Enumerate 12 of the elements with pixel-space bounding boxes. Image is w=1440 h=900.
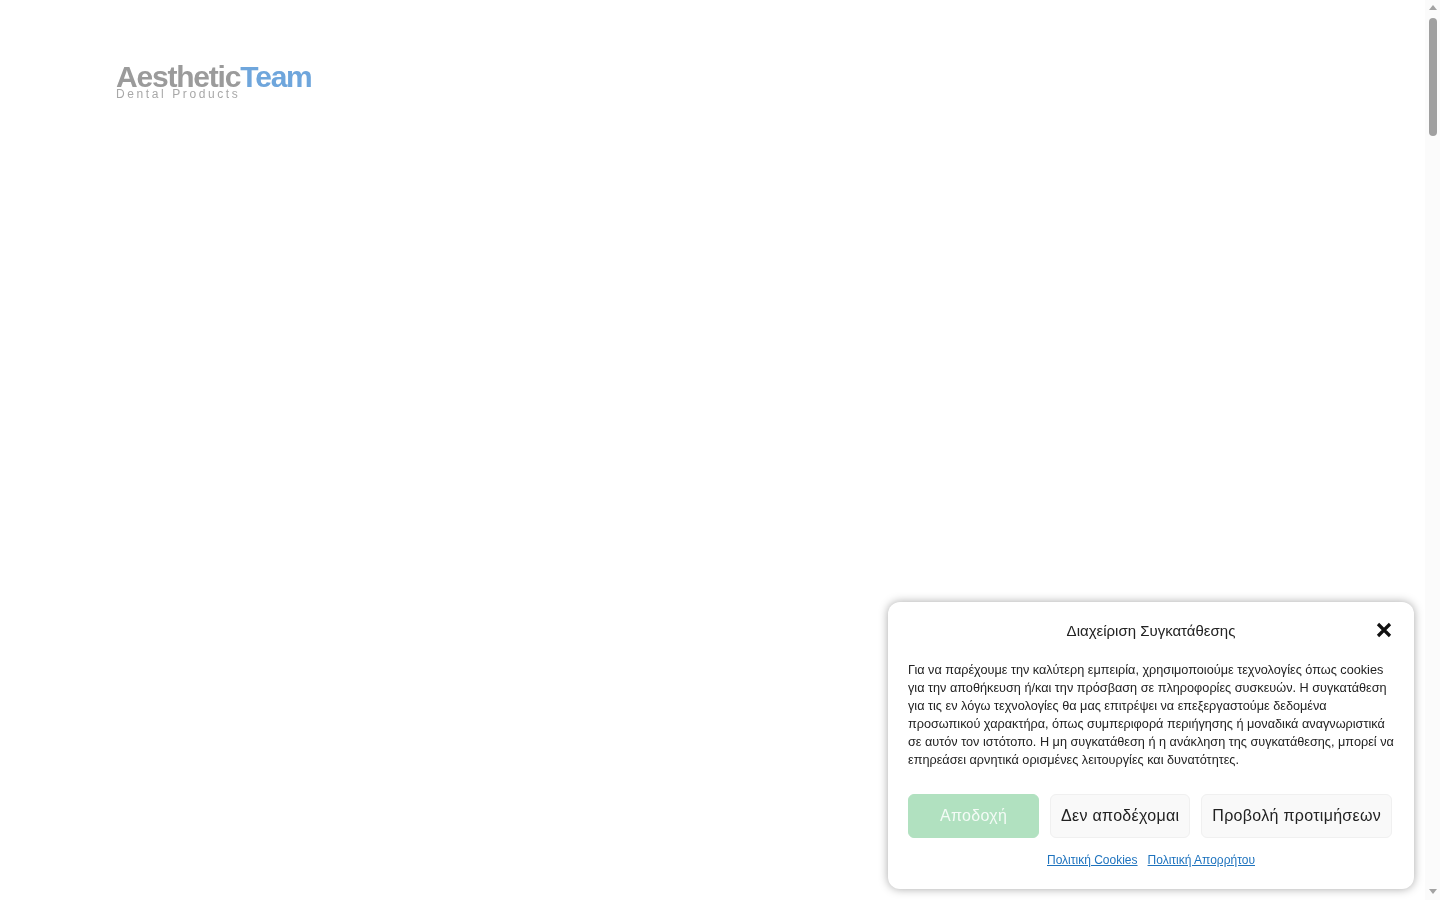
close-icon[interactable]	[1376, 622, 1392, 638]
policy-link[interactable]: Πολιτική Απορρήτου	[1147, 853, 1255, 867]
consent-button[interactable]: Δεν αποδέχομαι	[1050, 794, 1191, 838]
policy-link[interactable]: Πολιτική Cookies	[1047, 853, 1138, 867]
scrollbar[interactable]	[1425, 0, 1440, 900]
consent-button[interactable]: Προβολή προτιμήσεων	[1201, 794, 1393, 838]
scroll-down-arrow-icon[interactable]	[1428, 889, 1437, 894]
logo-tagline: Dental Products	[116, 88, 242, 100]
scroll-up-arrow-icon[interactable]	[1428, 5, 1437, 10]
consent-message: Για να παρέχουμε την καλύτερη εμπειρία, χρησιμοποιούμε τεχνολογίες όπως cookies για την αποθήκευση ή/και την πρόσβαση σε πληροφορίες συσκευών. Η συγκατάθεση για τις εν λόγω τεχνολογίες θα μας επιτρέψει να επεξεργαστούμε δεδομένα προσωπικού χαρακτήρα, όπως συμπεριφορά περιήγησης ή μοναδικά αναγνωριστικά σε αυτόν τον ιστότοπο. Η μη συγκατάθεση ή η ανάκληση της συγκατάθεσης, μπορεί να επηρεάσει αρνητικά ορισμένες λειτουργίες και δυνατότητες.	[908, 662, 1394, 769]
scrollbar-thumb[interactable]	[1428, 18, 1437, 136]
dialog-title: Διαχείριση Συγκατάθεσης	[1066, 621, 1236, 639]
